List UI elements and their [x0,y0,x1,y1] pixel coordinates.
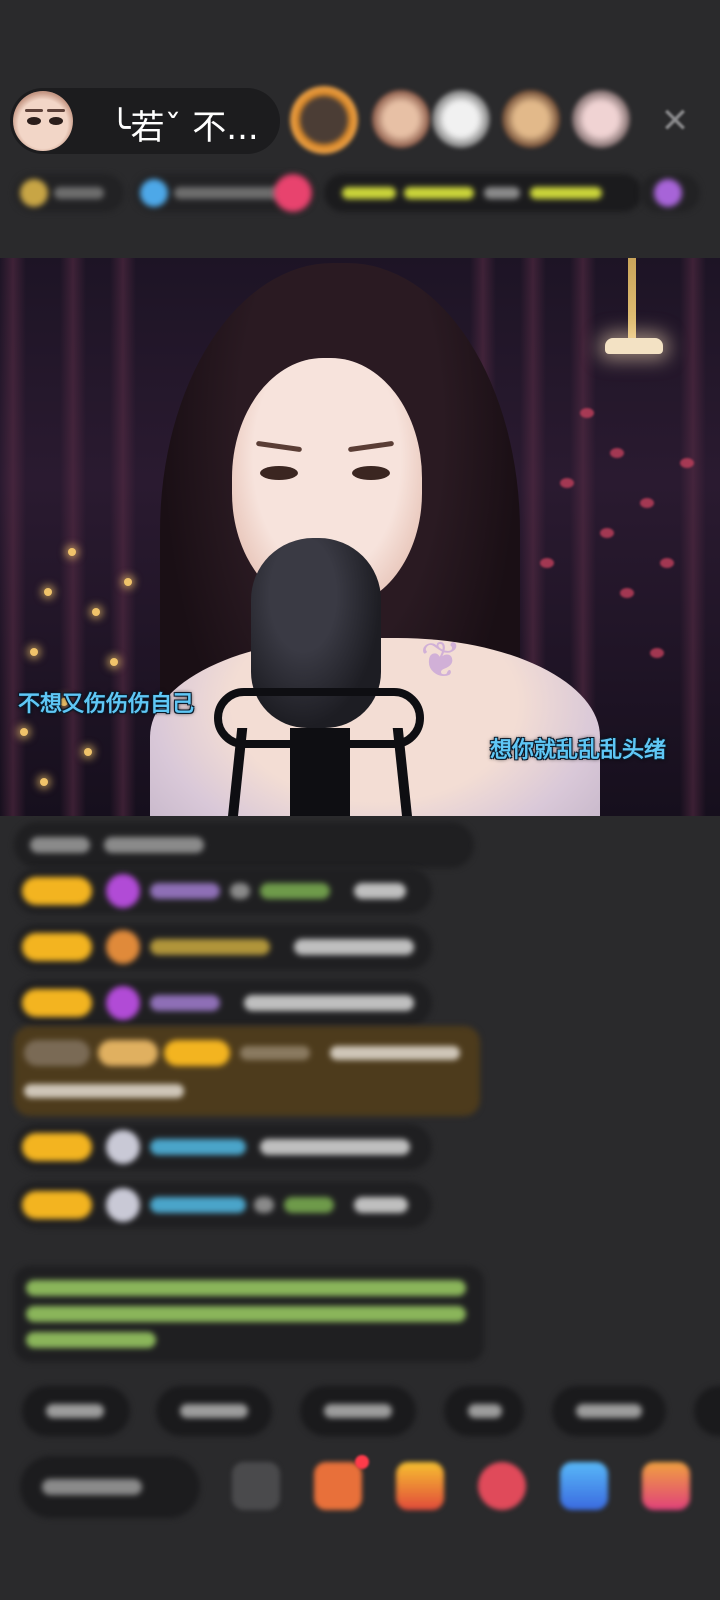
lyric-line-left: 不想又伤伤伤自己 [18,692,195,717]
anchor-info-pill[interactable]: ╰若ˇ 不... [10,88,280,154]
diamond-icon [106,874,140,908]
chat-username [150,883,220,899]
streamer-eye [260,466,298,480]
diamond-icon [106,986,140,1020]
live-info-row [14,170,706,220]
flower-petal [560,478,574,488]
user-avatar-icon [106,1130,140,1164]
chat-username [150,939,270,955]
chat-message [14,1124,432,1170]
avatar-brow [25,109,43,112]
close-icon[interactable]: ✕ [658,104,692,138]
chat-message [14,924,432,970]
quick-reply-chip[interactable] [300,1386,416,1436]
live-top-bar: ╰若ˇ 不... ✕ [0,82,720,162]
string-light [20,728,28,736]
background-curtain [680,258,706,816]
hourly-rank-chip[interactable] [14,174,124,212]
string-light [124,578,132,586]
level-badge [22,877,92,905]
flower-petal [680,458,694,468]
string-light [44,588,52,596]
string-light [92,608,100,616]
fan-badge-icon [106,930,140,964]
anchor-avatar[interactable] [13,91,73,151]
flower-petal [640,498,654,508]
avatar-eye [49,117,63,125]
quick-reply-chip[interactable] [694,1386,720,1436]
level-badge [22,989,92,1017]
comment-input[interactable] [20,1456,200,1518]
level-badge [22,1133,92,1161]
viewer-avatar[interactable] [432,90,490,148]
chat-username [150,995,220,1011]
quick-reply-chip[interactable] [552,1386,666,1436]
string-light [84,748,92,756]
more-activity-icon[interactable] [640,174,700,212]
heart-icon[interactable] [478,1462,526,1510]
flower-petal [610,448,624,458]
quick-reply-chip[interactable] [22,1386,130,1436]
flower-petal [600,528,614,538]
flower-petal [580,408,594,418]
flower-petal [650,648,664,658]
lucky-bag-icon[interactable] [396,1462,444,1510]
fans-group-icon[interactable] [314,1462,362,1510]
flower-petal [620,588,634,598]
level-badge [22,933,92,961]
highlighted-chat-message [14,1026,480,1116]
user-avatar-icon [106,1188,140,1222]
live-video-stream[interactable]: ❦ 不想又伤伤伤自己 想你就乱乱乱头绪 [0,258,720,816]
string-light [68,548,76,556]
viewer-avatar[interactable] [502,90,560,148]
background-curtain [110,258,136,816]
flower-petal [540,558,554,568]
streamer-brow [347,440,395,453]
quick-reply-chip[interactable] [156,1386,272,1436]
level-badge [22,1191,92,1219]
notification-dot [355,1455,369,1469]
chat-message [14,980,432,1026]
lamp-pole [628,258,636,346]
top-viewer-avatar[interactable] [290,86,358,154]
string-light [110,658,118,666]
microphone-stand [290,728,350,816]
lyric-line-right: 想你就乱乱乱头绪 [490,738,667,763]
avatar-eye [27,117,41,125]
chat-message [14,868,432,914]
string-light [30,648,38,656]
gift-icon[interactable] [560,1462,608,1510]
emoji-icon[interactable] [232,1462,280,1510]
background-curtain [60,258,86,816]
quick-reply-chip[interactable] [444,1386,524,1436]
avatar-brow [47,109,65,112]
quick-reply-row [0,1386,720,1438]
string-light [40,778,48,786]
viewer-avatar[interactable] [372,90,430,148]
anchor-name: ╰若ˇ 不... [110,108,259,148]
viewer-avatar[interactable] [572,90,630,148]
system-notice-message [14,1266,484,1362]
more-icon[interactable] [642,1462,690,1510]
chat-message [14,822,474,868]
lamp-shade [605,338,663,354]
activity-banner[interactable] [324,174,642,212]
butterfly-icon: ❦ [420,631,462,689]
chat-username [150,1139,246,1155]
flower-petal [660,558,674,568]
chat-username [150,1197,246,1213]
streamer-brow [255,440,303,453]
pk-icon[interactable] [270,174,320,212]
streamer-eye [352,466,390,480]
chat-message [14,1182,432,1228]
